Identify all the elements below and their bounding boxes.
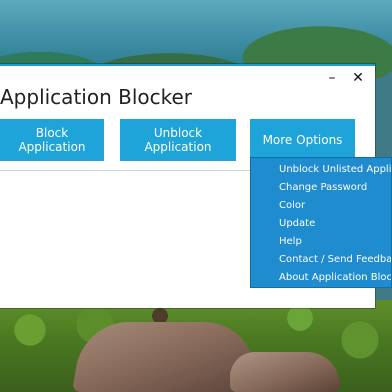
window-controls: – ✕ <box>325 70 365 86</box>
close-button[interactable]: ✕ <box>351 70 365 86</box>
menu-item-about[interactable]: About Application Blocker <box>251 269 391 287</box>
app-title: Application Blocker <box>0 85 193 109</box>
toolbar: Block Application Unblock Application Mo… <box>0 119 375 161</box>
block-application-button[interactable]: Block Application <box>0 119 104 161</box>
menu-item-help[interactable]: Help <box>251 233 391 251</box>
menu-item-contact-feedback[interactable]: Contact / Send Feedback <box>251 251 391 269</box>
menu-item-update[interactable]: Update <box>251 215 391 233</box>
menu-item-unblock-unlisted[interactable]: Unblock Unlisted Applicat <box>251 161 391 179</box>
unblock-application-button[interactable]: Unblock Application <box>120 119 236 161</box>
more-options-menu: Unblock Unlisted Applicat Change Passwor… <box>250 157 392 288</box>
more-options-button[interactable]: More Options <box>250 119 355 161</box>
minimize-button[interactable]: – <box>325 70 339 86</box>
menu-item-color[interactable]: Color <box>251 197 391 215</box>
wallpaper-rock-small <box>230 352 340 392</box>
menu-item-change-password[interactable]: Change Password <box>251 179 391 197</box>
